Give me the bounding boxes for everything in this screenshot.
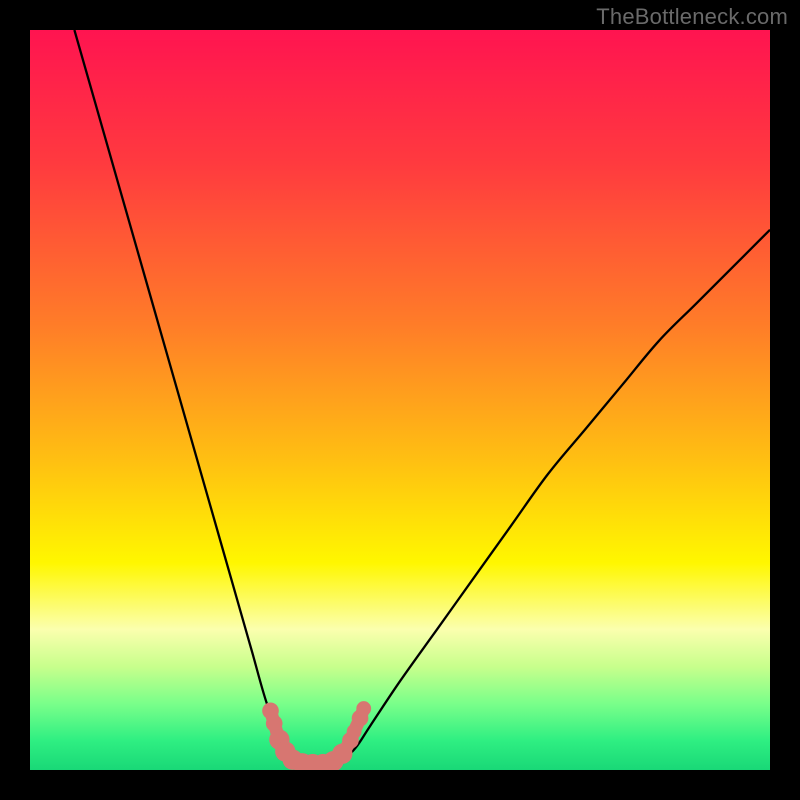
plot-background — [30, 30, 770, 770]
bottleneck-chart — [30, 30, 770, 770]
chart-frame: TheBottleneck.com — [0, 0, 800, 800]
chain-bead — [356, 701, 371, 716]
watermark-text: TheBottleneck.com — [596, 4, 788, 30]
chain-bead — [266, 715, 283, 732]
